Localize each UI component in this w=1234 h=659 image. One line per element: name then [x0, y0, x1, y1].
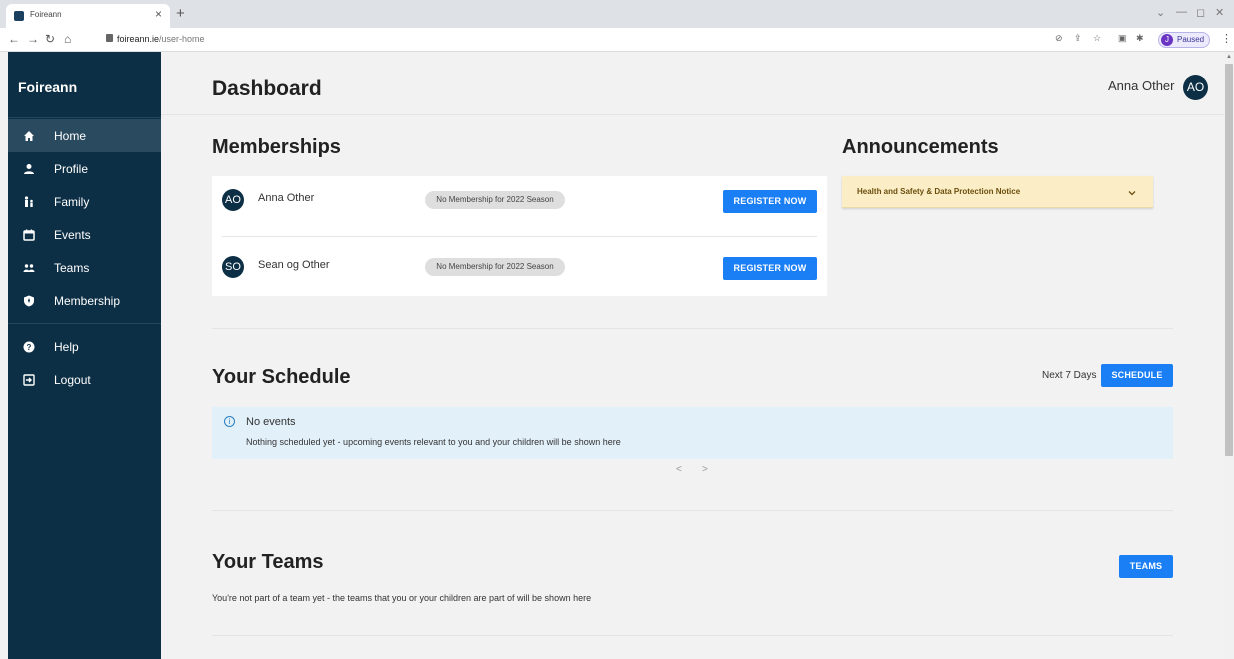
sidebar-item-label: Profile — [54, 161, 89, 176]
membership-row: AO Anna Other No Membership for 2022 Sea… — [212, 176, 827, 237]
family-icon — [23, 195, 35, 208]
extension-icon[interactable]: ▣ — [1118, 33, 1127, 44]
teams-empty-message: You're not part of a team yet - the team… — [212, 593, 592, 603]
sidebar-item-teams[interactable]: Teams — [8, 251, 161, 284]
profile-avatar: J — [1161, 34, 1173, 46]
info-icon: i — [224, 416, 235, 427]
home-browser-icon[interactable]: ⌂ — [64, 32, 71, 46]
section-divider — [212, 635, 1173, 636]
sidebar-item-profile[interactable]: Profile — [8, 152, 161, 185]
sidebar-item-events[interactable]: Events — [8, 218, 161, 251]
membership-status-badge: No Membership for 2022 Season — [425, 258, 565, 276]
schedule-title: Your Schedule — [212, 366, 351, 388]
register-now-button[interactable]: REGISTER NOW — [723, 190, 817, 213]
member-avatar: AO — [222, 189, 244, 211]
alert-title: No events — [246, 416, 296, 428]
maximize-icon[interactable]: ◻ — [1196, 6, 1205, 19]
member-name: Sean og Other — [258, 259, 330, 271]
brand-logo[interactable]: Foireann — [18, 79, 77, 95]
teams-button[interactable]: TEAMS — [1119, 555, 1173, 578]
address-bar: ← → ↻ ⌂ foireann.ie/user-home ⊘ ⇪ ☆ ▣ ✱ … — [0, 28, 1234, 52]
url-field[interactable]: foireann.ie/user-home — [117, 34, 205, 44]
sidebar-item-label: Home — [54, 128, 87, 143]
tab-close-icon[interactable]: × — [155, 7, 162, 21]
announcement-item[interactable]: Health and Safety & Data Protection Noti… — [842, 176, 1153, 208]
lock-icon[interactable] — [106, 34, 113, 42]
person-icon — [23, 163, 35, 175]
prev-icon[interactable]: < — [676, 464, 682, 475]
alert-message: Nothing scheduled yet - upcoming events … — [246, 437, 621, 447]
reload-icon[interactable]: ↻ — [45, 32, 55, 46]
next-icon[interactable]: > — [702, 464, 708, 475]
section-divider — [212, 328, 1173, 329]
sidebar-item-membership[interactable]: Membership — [8, 284, 161, 317]
help-icon: ? — [23, 341, 35, 353]
browser-tabstrip: Foireann × + ⌄ — ◻ ✕ — [0, 0, 1234, 28]
membership-status-badge: No Membership for 2022 Season — [425, 191, 565, 209]
forward-icon[interactable]: → — [27, 32, 39, 46]
sidebar-item-help[interactable]: ? Help — [8, 330, 161, 363]
sidebar-item-home[interactable]: Home — [8, 119, 161, 152]
sidebar-item-logout[interactable]: Logout — [8, 363, 161, 396]
tab-title: Foireann — [30, 10, 62, 19]
sidebar-nav: Home Profile Family Events Teams Members… — [8, 119, 161, 396]
scroll-up-icon[interactable]: ▲ — [1226, 54, 1232, 60]
browser-menu-icon[interactable]: ⋮ — [1221, 32, 1232, 45]
logout-icon — [23, 373, 35, 386]
tab-search-icon[interactable]: ⌄ — [1156, 6, 1165, 19]
sidebar-item-family[interactable]: Family — [8, 185, 161, 218]
row-divider — [222, 236, 817, 237]
page-title: Dashboard — [212, 77, 322, 100]
member-name: Anna Other — [258, 192, 315, 204]
teams-title: Your Teams — [212, 551, 324, 573]
eye-off-icon[interactable]: ⊘ — [1055, 33, 1063, 44]
svg-text:?: ? — [27, 343, 32, 352]
sidebar-divider — [8, 323, 161, 324]
shield-icon — [23, 295, 35, 307]
chevron-down-icon — [1127, 185, 1137, 196]
puzzle-icon[interactable]: ✱ — [1136, 33, 1144, 44]
announcements-title: Announcements — [842, 136, 999, 158]
schedule-button[interactable]: SCHEDULE — [1101, 364, 1173, 387]
membership-row: SO Sean og Other No Membership for 2022 … — [212, 243, 827, 303]
new-tab-icon[interactable]: + — [176, 5, 185, 22]
sidebar-item-label: Membership — [54, 293, 121, 308]
sidebar-item-label: Family — [54, 194, 90, 209]
calendar-icon — [23, 229, 35, 241]
site-favicon-icon — [14, 11, 24, 21]
main-content: Dashboard Anna Other AO Memberships AO A… — [161, 52, 1224, 659]
sidebar-divider — [8, 117, 161, 118]
profile-button[interactable]: J Paused — [1158, 32, 1210, 48]
announcement-title: Health and Safety & Data Protection Noti… — [857, 187, 1021, 196]
register-now-button[interactable]: REGISTER NOW — [723, 257, 817, 280]
user-name[interactable]: Anna Other — [1108, 78, 1175, 93]
bookmark-star-icon[interactable]: ☆ — [1093, 33, 1101, 44]
memberships-title: Memberships — [212, 136, 341, 158]
memberships-card: AO Anna Other No Membership for 2022 Sea… — [212, 176, 827, 296]
schedule-range: Next 7 Days — [1042, 370, 1097, 381]
window-close-icon[interactable]: ✕ — [1215, 6, 1224, 19]
section-divider — [212, 510, 1173, 511]
sidebar-item-label: Help — [54, 339, 79, 354]
page-scrollbar[interactable]: ▲ — [1224, 52, 1234, 659]
sidebar-item-label: Logout — [54, 372, 91, 387]
browser-tab[interactable]: Foireann × — [6, 4, 170, 28]
group-icon — [23, 262, 35, 274]
avatar[interactable]: AO — [1183, 75, 1208, 100]
scrollbar-thumb[interactable] — [1225, 64, 1233, 456]
profile-status: Paused — [1177, 35, 1205, 44]
back-icon[interactable]: ← — [8, 32, 20, 46]
header-divider — [161, 114, 1224, 115]
home-icon — [23, 130, 35, 142]
share-icon[interactable]: ⇪ — [1074, 33, 1082, 44]
minimize-icon[interactable]: — — [1176, 6, 1187, 18]
sidebar: Foireann Home Profile Family Events Team… — [8, 52, 161, 659]
sidebar-item-label: Events — [54, 227, 91, 242]
no-events-alert: i No events Nothing scheduled yet - upco… — [212, 407, 1173, 459]
member-avatar: SO — [222, 256, 244, 278]
sidebar-item-label: Teams — [54, 260, 90, 275]
